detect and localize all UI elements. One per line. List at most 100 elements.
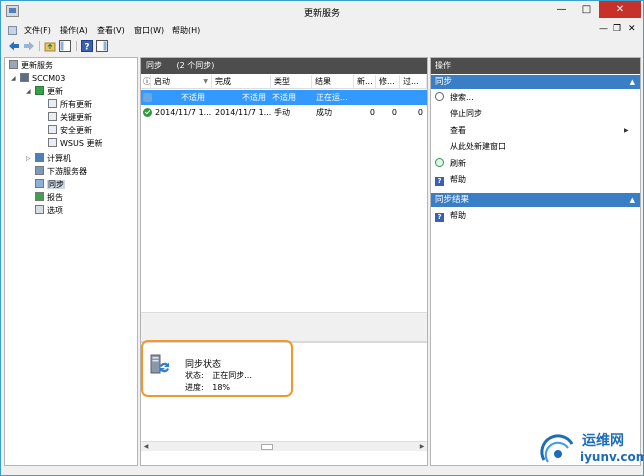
action-help[interactable]: ? 帮助	[435, 173, 466, 186]
column-type[interactable]: 类型	[271, 75, 312, 89]
success-check-icon	[143, 108, 152, 117]
show-hide-action-pane-icon[interactable]	[96, 40, 108, 52]
column-status-icon[interactable]: ⓘ	[141, 75, 151, 89]
action-stop-sync[interactable]: 停止同步	[435, 107, 482, 120]
tree-updates[interactable]: 更新	[35, 86, 63, 98]
search-icon	[435, 92, 444, 101]
table-row[interactable]: 不适用 不适用 不适用 正在运...	[141, 90, 427, 105]
actions-section-sync[interactable]: 同步 ▲	[431, 75, 640, 89]
options-icon	[35, 205, 44, 214]
column-revised[interactable]: 修...	[376, 75, 400, 89]
action-view[interactable]: 查看	[435, 124, 466, 137]
column-result[interactable]: 结果	[312, 75, 354, 89]
tree-security-updates[interactable]: 安全更新	[48, 125, 92, 137]
watermark-text-cn: 运维网	[582, 433, 624, 449]
show-hide-tree-icon[interactable]	[59, 40, 71, 52]
column-start[interactable]: 启动 ▼	[151, 75, 212, 89]
scroll-thumb[interactable]	[261, 444, 273, 450]
menu-view[interactable]: 查看(V)	[97, 25, 125, 36]
close-button[interactable]: ✕	[599, 1, 641, 18]
tree-server[interactable]: SCCM03	[20, 73, 65, 85]
child-close-icon[interactable]: ✕	[628, 24, 636, 34]
tree-options[interactable]: 选项	[35, 205, 63, 217]
child-minimize-icon[interactable]: —	[599, 24, 608, 34]
mmc-window: 更新服务 — □ ✕ 文件(F) 操作(A) 查看(V) 窗口(W) 帮助(H)…	[0, 0, 644, 476]
document-icon	[8, 26, 17, 35]
tree-reports[interactable]: 报告	[35, 192, 63, 204]
cell-type: 不适用	[272, 93, 296, 102]
scroll-left-icon[interactable]: ◀	[141, 442, 151, 452]
results-pane: 同步 (2 个同步) ⓘ 启动 ▼ 完成 类型 结果 新... 修... 过...…	[140, 57, 428, 466]
column-new[interactable]: 新...	[354, 75, 376, 89]
column-expired[interactable]: 过...	[400, 75, 427, 89]
action-new-window[interactable]: 从此处新建窗口	[435, 140, 506, 153]
up-folder-icon[interactable]	[44, 40, 56, 52]
update-view-icon	[48, 138, 57, 147]
menu-help[interactable]: 帮助(H)	[172, 25, 200, 36]
cell-finish: 2014/11/7 1...	[215, 108, 271, 117]
forward-arrow-icon[interactable]	[23, 40, 35, 52]
action-refresh[interactable]: 刷新	[435, 157, 466, 170]
tree-root[interactable]: 更新服务	[9, 60, 53, 72]
cell-new: 0	[369, 108, 375, 117]
back-arrow-icon[interactable]	[8, 40, 20, 52]
results-header: 同步 (2 个同步)	[141, 58, 427, 74]
actions-section-sync-results[interactable]: 同步结果 ▲	[431, 193, 640, 207]
grid-header: ⓘ 启动 ▼ 完成 类型 结果 新... 修... 过...	[141, 75, 427, 89]
action-help-results[interactable]: ? 帮助	[435, 209, 466, 222]
menu-action[interactable]: 操作(A)	[60, 25, 88, 36]
collapse-up-icon[interactable]: ▲	[630, 193, 635, 207]
expanded-arrow-icon[interactable]: ◢	[11, 73, 16, 85]
results-title: 同步	[146, 61, 162, 70]
watermark: 运维网 iyunv.com	[538, 428, 644, 472]
tree-sync[interactable]: 同步	[35, 179, 65, 191]
collapse-up-icon[interactable]: ▲	[630, 75, 635, 89]
horizontal-scrollbar[interactable]: ◀ ▶	[141, 441, 427, 451]
minimize-button[interactable]: —	[549, 1, 574, 18]
cell-start: 不适用	[181, 93, 205, 102]
tree-computers[interactable]: 计算机	[35, 153, 71, 165]
window-title: 更新服务	[303, 9, 340, 19]
downstream-server-icon	[35, 166, 44, 175]
tree-critical-updates[interactable]: 关键更新	[48, 112, 92, 124]
submenu-arrow-icon: ▶	[624, 127, 629, 134]
cell-expired: 0	[417, 108, 423, 117]
results-count: (2 个同步)	[176, 61, 215, 70]
tree-downstream-servers[interactable]: 下游服务器	[35, 166, 87, 178]
scroll-right-icon[interactable]: ▶	[417, 442, 427, 452]
help-icon[interactable]: ?	[81, 40, 93, 52]
watermark-logo-icon	[540, 434, 574, 463]
cell-result: 正在运...	[316, 93, 348, 102]
collapsed-arrow-icon[interactable]: ▷	[26, 153, 31, 165]
cell-start: 2014/11/7 1...	[155, 108, 212, 117]
computer-icon	[35, 153, 44, 162]
maximize-button[interactable]: □	[574, 1, 599, 18]
cell-type: 手动	[274, 108, 290, 117]
update-view-icon	[48, 99, 57, 108]
child-restore-icon[interactable]: ❐	[613, 24, 621, 34]
cell-revised: 0	[391, 108, 397, 117]
annotation-highlight	[141, 340, 293, 397]
updates-folder-icon	[35, 86, 44, 95]
action-search[interactable]: 搜索...	[435, 91, 474, 104]
help-icon: ?	[435, 177, 444, 186]
help-icon: ?	[435, 213, 444, 222]
sync-running-icon	[143, 93, 152, 102]
actions-pane: 操作 同步 ▲ 搜索... 停止同步 查看 ▶ 从此处新建窗口 刷新 ? 帮助 同…	[430, 57, 641, 466]
server-icon	[20, 73, 29, 82]
table-row[interactable]: 2014/11/7 1... 2014/11/7 1... 手动 成功 0 0 …	[141, 105, 427, 120]
grid-empty-area	[141, 312, 427, 341]
watermark-text-en: iyunv.com	[580, 450, 644, 464]
sort-down-icon: ▼	[203, 78, 208, 85]
console-tree: 更新服务 ◢ SCCM03 ◢ 更新 所有更新 关键更新 安全更新 WSUS 更…	[4, 57, 138, 466]
menu-bar: 文件(F) 操作(A) 查看(V) 窗口(W) 帮助(H) — ❐ ✕	[1, 23, 643, 38]
refresh-icon	[435, 158, 444, 167]
expanded-arrow-icon[interactable]: ◢	[26, 86, 31, 98]
actions-header: 操作	[431, 58, 640, 74]
menu-file[interactable]: 文件(F)	[24, 25, 51, 36]
tree-all-updates[interactable]: 所有更新	[48, 99, 92, 111]
tree-wsus-updates[interactable]: WSUS 更新	[48, 138, 102, 150]
menu-window[interactable]: 窗口(W)	[134, 25, 164, 36]
cell-finish: 不适用	[242, 93, 266, 102]
column-finish[interactable]: 完成	[212, 75, 271, 89]
